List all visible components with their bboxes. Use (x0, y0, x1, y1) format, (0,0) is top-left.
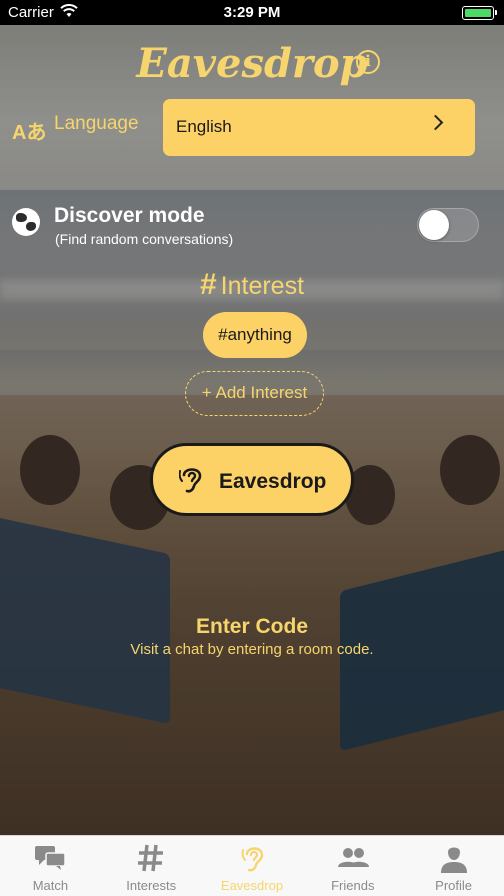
tab-label: Match (32, 878, 69, 893)
person-icon (440, 847, 467, 873)
discover-mode-toggle[interactable] (417, 208, 479, 242)
globe-icon (12, 208, 40, 236)
clock: 3:29 PM (223, 4, 281, 21)
tab-interests[interactable]: Interests (101, 836, 202, 896)
status-bar: Carrier 3:29 PM (0, 0, 504, 25)
tab-match[interactable]: Match (0, 836, 101, 896)
language-select[interactable]: English (163, 99, 475, 156)
chat-bubbles-icon (35, 846, 67, 870)
hashtag-icon: # (199, 268, 217, 301)
tab-bar: Match Interests Eavesdrop Friends Profil… (0, 835, 504, 896)
tab-friends[interactable]: Friends (302, 836, 403, 896)
discover-mode-subtitle: (Find random conversations) (55, 231, 234, 247)
toggle-knob (419, 210, 449, 240)
discover-mode-title: Discover mode (54, 204, 205, 227)
add-interest-button[interactable]: + Add Interest (185, 371, 324, 416)
tab-label: Profile (435, 878, 473, 893)
info-icon[interactable]: i (356, 50, 380, 74)
language-label: Language (54, 113, 139, 134)
eavesdrop-button[interactable]: Eavesdrop (150, 443, 354, 516)
chevron-right-icon (427, 114, 444, 131)
tab-eavesdrop[interactable]: Eavesdrop (202, 836, 303, 896)
tab-label: Interests (126, 878, 177, 893)
interest-title: Interest (220, 272, 305, 300)
ear-icon (241, 847, 264, 872)
enter-code-link[interactable]: Enter Code (0, 615, 504, 639)
interest-chip[interactable]: #anything (203, 312, 307, 358)
people-icon (337, 848, 369, 867)
language-value: English (176, 117, 232, 136)
interest-heading: # Interest (0, 268, 504, 302)
ear-icon (179, 468, 202, 493)
app-title: Eavesdrop (136, 40, 368, 87)
enter-code-subtitle: Visit a chat by entering a room code. (130, 641, 374, 658)
translate-icon: Aあ (12, 122, 47, 144)
tab-label: Eavesdrop (220, 878, 284, 893)
tab-profile[interactable]: Profile (403, 836, 504, 896)
tab-label: Friends (331, 878, 375, 893)
eavesdrop-button-label: Eavesdrop (219, 470, 327, 493)
battery-icon (462, 6, 497, 20)
hashtag-icon (138, 844, 164, 872)
